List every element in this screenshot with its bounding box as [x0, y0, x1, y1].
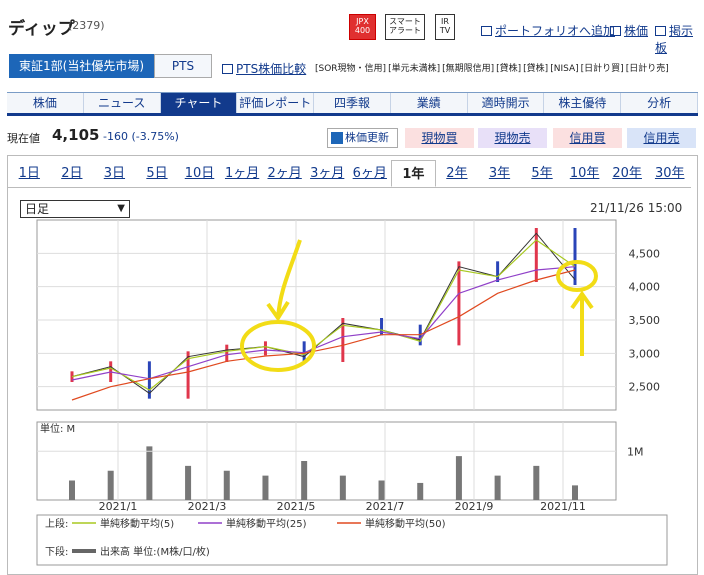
x-tick-label: 2021/3 — [188, 500, 227, 513]
annotation-circle — [556, 260, 598, 292]
legend-label: 上段: — [45, 517, 68, 530]
volume-bar — [107, 470, 114, 500]
legend-label: 出来高 単位:(M株/口/枚) — [100, 545, 210, 558]
annotation-arrow — [570, 290, 594, 356]
ma-line-3 — [71, 269, 576, 401]
price-line — [71, 232, 576, 394]
stock-chart: 2,500 3,000 3,500 4,000 4,500 2021/1 2021/3 202… — [36, 219, 668, 566]
legend-label: 下段: — [45, 545, 68, 558]
volume-tick-label: 1M — [627, 445, 644, 458]
volume-bar — [69, 480, 75, 500]
volume-bar — [301, 461, 308, 500]
x-tick-label: 2021/1 — [99, 500, 138, 513]
ma-line-1 — [71, 239, 576, 391]
volume-bar — [339, 475, 346, 500]
x-tick-label: 2021/5 — [277, 500, 316, 513]
volume-bar — [262, 475, 269, 500]
legend-label: 単純移動平均(50) — [365, 517, 446, 530]
volume-bar — [494, 475, 501, 500]
y-tick-label: 3,500 — [629, 314, 661, 327]
volume-bar — [185, 465, 192, 500]
volume-bar — [533, 465, 540, 500]
volume-plot-area — [36, 421, 617, 501]
annotation-arrow — [266, 239, 302, 322]
legend-label: 単純移動平均(25) — [226, 517, 307, 530]
x-tick-label: 2021/11 — [540, 500, 586, 513]
x-tick-label: 2021/7 — [366, 500, 405, 513]
volume-bar — [223, 470, 230, 500]
volume-bar — [455, 456, 462, 500]
volume-bar — [378, 480, 385, 500]
volume-bar — [146, 446, 153, 500]
price-plot-area — [36, 219, 617, 411]
y-tick-label: 4,000 — [629, 281, 661, 294]
y-tick-label: 3,000 — [629, 347, 661, 360]
x-tick-label: 2021/9 — [455, 500, 494, 513]
volume-unit-label: 単位: M — [40, 422, 75, 435]
volume-bar — [572, 485, 578, 500]
y-tick-label: 2,500 — [629, 381, 661, 394]
legend-label: 単純移動平均(5) — [100, 517, 174, 530]
volume-bar — [417, 482, 424, 500]
ma-line-2 — [71, 266, 576, 381]
y-tick-label: 4,500 — [629, 247, 661, 260]
